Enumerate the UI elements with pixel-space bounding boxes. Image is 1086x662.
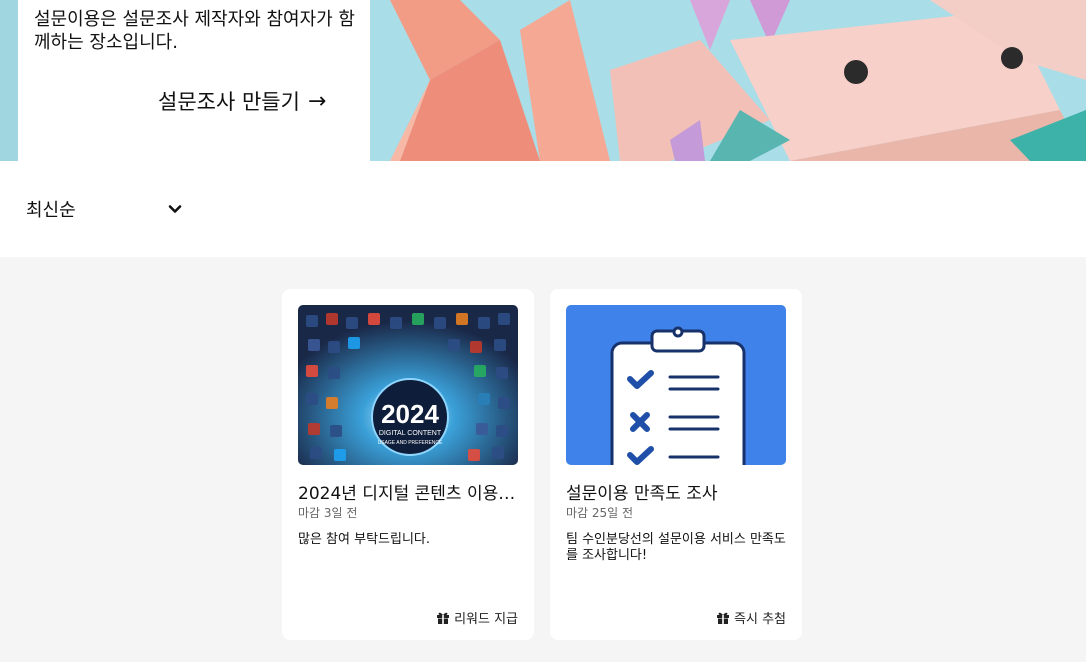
filter-bar: 최신순 <box>0 161 1086 257</box>
thumb-caption-line-2: USAGE AND PREFERENCE <box>378 440 443 446</box>
survey-card[interactable]: 2024 DIGITAL CONTENT USAGE AND PREFERENC… <box>282 289 534 640</box>
sort-selected-label: 최신순 <box>26 200 76 221</box>
survey-deadline: 마감 25일 전 <box>566 506 634 520</box>
survey-reward-label: 즉시 추첨 <box>734 612 786 627</box>
hero-intro-text: 설문이용은 설문조사 제작자와 참여자가 함께하는 장소입니다. <box>34 9 355 53</box>
sort-dropdown[interactable]: 최신순 <box>26 196 182 222</box>
survey-reward-label: 리워드 지급 <box>454 612 518 627</box>
thumb-caption-line-1: DIGITAL CONTENT <box>379 430 442 437</box>
clipboard-illustration <box>566 305 786 465</box>
survey-reward: 즉시 추첨 <box>716 608 786 627</box>
survey-thumbnail <box>566 305 786 465</box>
survey-title: 2024년 디지털 콘텐츠 이용 ... <box>298 484 518 504</box>
gift-icon <box>717 612 730 624</box>
create-survey-button[interactable]: 설문조사 만들기 → <box>158 86 326 116</box>
survey-card-list: 2024 DIGITAL CONTENT USAGE AND PREFERENC… <box>282 289 802 640</box>
gift-icon <box>437 612 450 624</box>
hero-image-edge <box>0 0 18 161</box>
chevron-down-icon <box>168 205 182 213</box>
hero-intro-card: 설문이용은 설문조사 제작자와 참여자가 함께하는 장소입니다. 설문조사 만들… <box>18 0 370 161</box>
arrow-right-icon: → <box>307 88 327 114</box>
survey-card[interactable]: 설문이용 만족도 조사 마감 25일 전 팀 수인분당선의 설문이용 서비스 만… <box>550 289 802 640</box>
survey-title: 설문이용 만족도 조사 <box>566 484 718 504</box>
thumb-year-text: 2024 <box>381 399 439 429</box>
survey-reward: 리워드 지급 <box>436 608 518 627</box>
survey-description: 많은 참여 부탁드립니다. <box>298 532 430 547</box>
survey-thumbnail: 2024 DIGITAL CONTENT USAGE AND PREFERENC… <box>298 305 518 465</box>
origami-illustration <box>370 0 1086 161</box>
hero-banner: 설문이용은 설문조사 제작자와 참여자가 함께하는 장소입니다. 설문조사 만들… <box>0 0 1086 161</box>
survey-deadline: 마감 3일 전 <box>298 506 358 520</box>
create-survey-label: 설문조사 만들기 <box>158 90 300 114</box>
survey-description: 팀 수인분당선의 설문이용 서비스 만족도를 조사합니다! <box>566 532 786 563</box>
